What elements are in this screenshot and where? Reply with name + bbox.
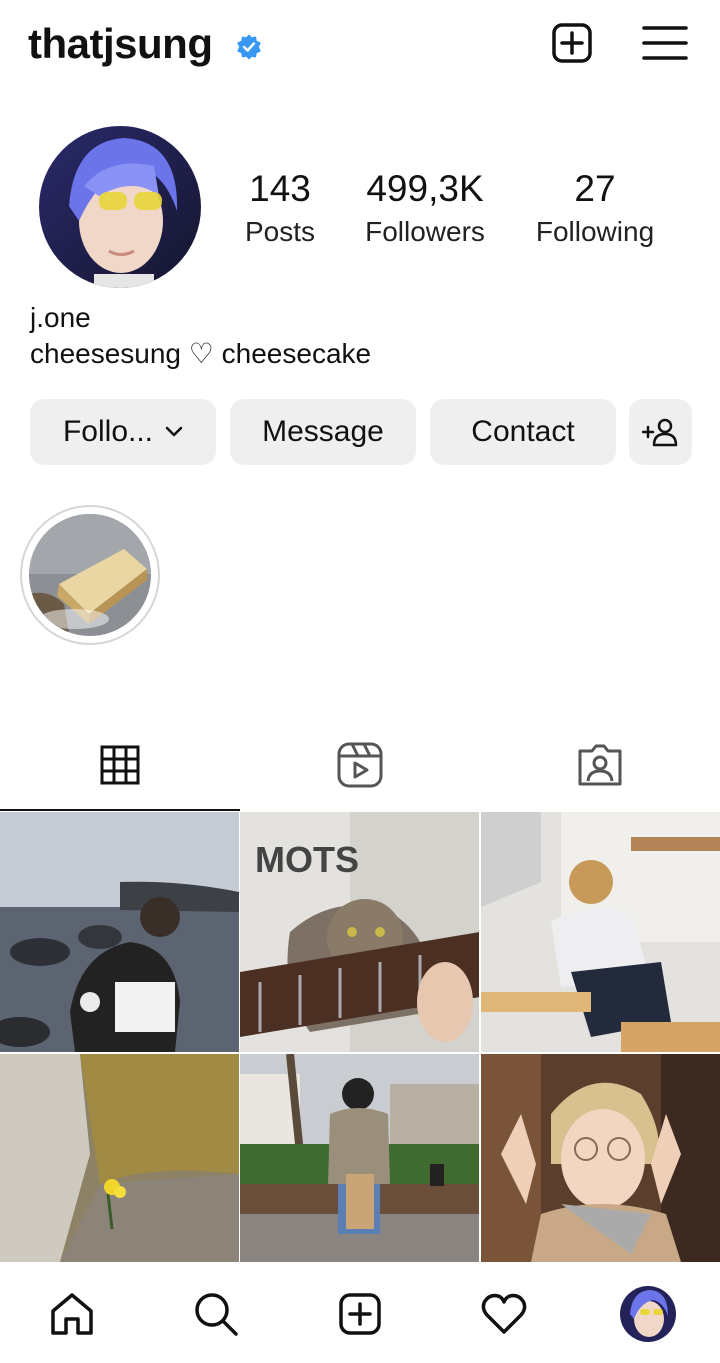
menu-button[interactable] [640, 18, 690, 68]
message-button-label: Message [262, 415, 384, 448]
post-cat-guitar-photo[interactable]: MOTS [240, 812, 479, 1052]
nav-search-button[interactable] [188, 1286, 244, 1342]
contact-button[interactable]: Contact [430, 399, 616, 465]
nav-profile-button[interactable] [620, 1286, 676, 1342]
posts-label: Posts [244, 216, 316, 247]
plus-square-icon [339, 1293, 381, 1335]
suggested-users-button[interactable] [629, 399, 692, 465]
profile-bio: cheesesung ♡ cheesecake [30, 338, 372, 369]
followers-count: 499,3K [366, 168, 484, 209]
svg-text:MOTS: MOTS [255, 839, 359, 880]
message-button[interactable]: Message [230, 399, 416, 465]
new-post-button[interactable] [547, 18, 597, 68]
hamburger-menu-icon [642, 26, 688, 60]
contact-button-label: Contact [471, 415, 575, 448]
followers-stat[interactable]: 499,3K Followers [350, 168, 500, 252]
followers-label: Followers [365, 216, 485, 247]
profile-name: j.one [30, 302, 91, 333]
post-selfie-photo[interactable] [481, 1054, 720, 1294]
posts-grid: MOTS [0, 812, 720, 1262]
post-seaside-photo[interactable] [0, 812, 239, 1052]
profile-avatar-icon [620, 1286, 676, 1342]
tab-reels[interactable] [240, 718, 480, 811]
profile-avatar[interactable] [39, 126, 201, 288]
following-label: Following [535, 216, 655, 247]
posts-stat[interactable]: 143 Posts [230, 168, 330, 252]
tagged-person-icon [578, 744, 622, 785]
following-stat[interactable]: 27 Following [525, 168, 665, 252]
add-user-icon [641, 418, 677, 447]
search-icon [195, 1293, 238, 1336]
post-kitchen-photo[interactable] [481, 812, 720, 1052]
post-flower-rock-photo[interactable] [0, 1054, 239, 1294]
grid-icon [100, 745, 140, 784]
tab-posts-grid[interactable] [0, 718, 240, 811]
nav-activity-button[interactable] [476, 1286, 532, 1342]
heart-icon [481, 1293, 527, 1334]
following-button-label: Follo... [62, 415, 154, 448]
plus-square-icon [552, 23, 592, 63]
cheesecake-highlight-image[interactable] [29, 514, 151, 636]
following-dropdown-button[interactable]: Follo... [30, 399, 216, 465]
nav-home-button[interactable] [44, 1286, 100, 1342]
profile-header: thatjsung [0, 0, 720, 95]
verified-badge-icon [237, 34, 261, 60]
home-icon [51, 1293, 93, 1335]
nav-new-post-button[interactable] [332, 1286, 388, 1342]
profile-username[interactable]: thatjsung [28, 20, 213, 68]
active-tab-indicator [0, 809, 240, 811]
tab-tagged[interactable] [480, 718, 720, 811]
posts-count: 143 [249, 168, 311, 209]
following-count: 27 [574, 168, 616, 209]
reels-icon [337, 742, 383, 787]
post-bench-street-photo[interactable] [240, 1054, 479, 1294]
chevron-down-icon [165, 426, 183, 438]
bottom-navigation [0, 1262, 720, 1363]
